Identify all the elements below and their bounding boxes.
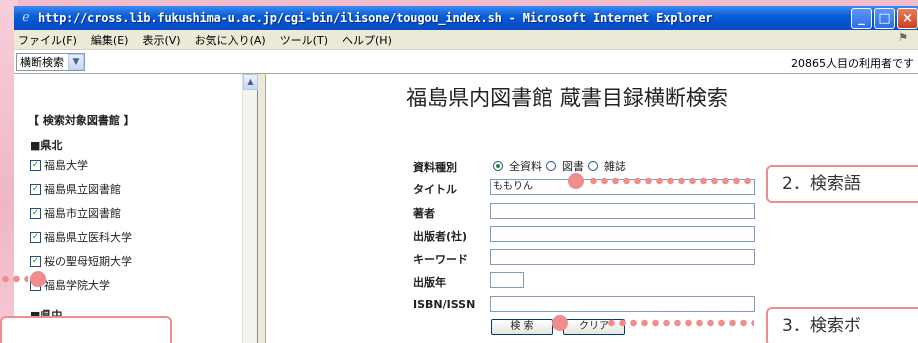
search-mode-value: 横断検索 (20, 55, 64, 69)
radio-books[interactable] (546, 161, 556, 171)
frame-divider[interactable] (258, 74, 266, 343)
library-label: 福島大学 (44, 159, 88, 172)
publisher-label: 出版者(社) (413, 230, 468, 243)
close-button[interactable]: × (897, 8, 918, 29)
search-mode-select[interactable]: 横断検索 ▼ (16, 52, 85, 71)
visitor-counter: 20865人目の利用者です (791, 57, 914, 70)
menu-help[interactable]: ヘルプ(H) (342, 32, 392, 48)
search-form-frame: 福島県内図書館 蔵書目録横断検索 資料種別 全資料 図書 雑誌 タイトル ももり… (267, 74, 918, 343)
menu-edit[interactable]: 編集(E) (91, 32, 129, 48)
title-label: タイトル (413, 183, 457, 196)
chevron-down-icon[interactable]: ▼ (68, 53, 84, 70)
checkbox[interactable]: ✓ (30, 255, 41, 267)
checkbox[interactable]: ✓ (30, 159, 41, 171)
library-label: 福島市立図書館 (44, 207, 121, 220)
isbn-field[interactable] (490, 296, 755, 312)
author-label: 著者 (413, 207, 435, 220)
page-toolbar: 横断検索 ▼ 20865人目の利用者です (14, 50, 918, 74)
page-content: 【 検索対象図書館 】 ■県北 ✓ 福島大学 ✓ 福島県立図書館 ✓ 福島市立図… (14, 74, 918, 343)
material-type-label: 資料種別 (413, 161, 457, 174)
publisher-field[interactable] (490, 226, 755, 242)
radio-all-label: 全資料 (509, 160, 542, 173)
annotation-dot-title (568, 173, 584, 189)
library-item[interactable]: ✓ 福島県立医科大学 (30, 229, 132, 245)
menu-bar: ファイル(F) 編集(E) 表示(V) お気に入り(A) ツール(T) ヘルプ(… (14, 30, 918, 50)
checkbox[interactable]: ✓ (30, 207, 41, 219)
menu-tools[interactable]: ツール(T) (280, 32, 328, 48)
minimize-button[interactable]: _ (851, 8, 872, 29)
checkbox[interactable]: ✓ (30, 231, 41, 243)
radio-books-label: 図書 (562, 160, 584, 173)
library-item[interactable]: ✓ 桜の聖母短期大学 (30, 253, 132, 269)
year-label: 出版年 (413, 276, 446, 289)
author-field[interactable] (490, 203, 755, 219)
maximize-button[interactable]: □ (874, 8, 895, 29)
title-bar[interactable]: ℯ http://cross.lib.fukushima-u.ac.jp/cgi… (14, 6, 918, 30)
menu-view[interactable]: 表示(V) (142, 32, 180, 48)
region-kenpoku: ■県北 (30, 139, 63, 152)
annotation-step1 (0, 316, 172, 343)
vertical-scrollbar[interactable]: ▲ (242, 74, 258, 343)
annotation-step2: 2．検索語 (766, 165, 918, 203)
annotation-leader-title (588, 177, 754, 185)
scroll-up-icon[interactable]: ▲ (243, 74, 258, 90)
material-type-options: 全資料 図書 雑誌 (493, 158, 626, 174)
year-field[interactable] (490, 272, 524, 288)
library-label: 福島学院大学 (44, 279, 110, 292)
isbn-label: ISBN/ISSN (413, 298, 476, 311)
keyword-field[interactable] (490, 249, 755, 265)
annotation-leader-library (0, 275, 28, 283)
library-item[interactable]: ✓ 福島市立図書館 (30, 205, 121, 221)
window-title: http://cross.lib.fukushima-u.ac.jp/cgi-b… (38, 11, 713, 25)
radio-journals-label: 雑誌 (604, 160, 626, 173)
menu-file[interactable]: ファイル(F) (18, 32, 77, 48)
annotation-dot-library (30, 271, 46, 287)
library-list-title: 【 検索対象図書館 】 (28, 114, 135, 127)
radio-journals[interactable] (588, 161, 598, 171)
checkbox[interactable]: ✓ (30, 183, 41, 195)
library-list-frame: 【 検索対象図書館 】 ■県北 ✓ 福島大学 ✓ 福島県立図書館 ✓ 福島市立図… (14, 74, 258, 343)
radio-all[interactable] (493, 161, 503, 171)
annotation-leader-search (606, 319, 754, 327)
library-label: 桜の聖母短期大学 (44, 255, 132, 268)
page-title: 福島県内図書館 蔵書目録横断検索 (406, 86, 728, 110)
library-item[interactable]: ✓ 福島大学 (30, 157, 88, 173)
annotation-step3: 3．検索ボ (766, 307, 918, 343)
annotation-dot-search (552, 315, 568, 331)
window-controls: _ □ × (851, 8, 918, 29)
library-item[interactable]: ✓ 福島県立図書館 (30, 181, 121, 197)
search-button[interactable]: 検 索 (491, 319, 553, 335)
windows-flag-icon: ⚑ (892, 31, 914, 49)
library-label: 福島県立図書館 (44, 183, 121, 196)
menu-favorites[interactable]: お気に入り(A) (195, 32, 266, 48)
keyword-label: キーワード (413, 253, 468, 266)
library-label: 福島県立医科大学 (44, 231, 132, 244)
ie-icon: ℯ (22, 10, 30, 25)
